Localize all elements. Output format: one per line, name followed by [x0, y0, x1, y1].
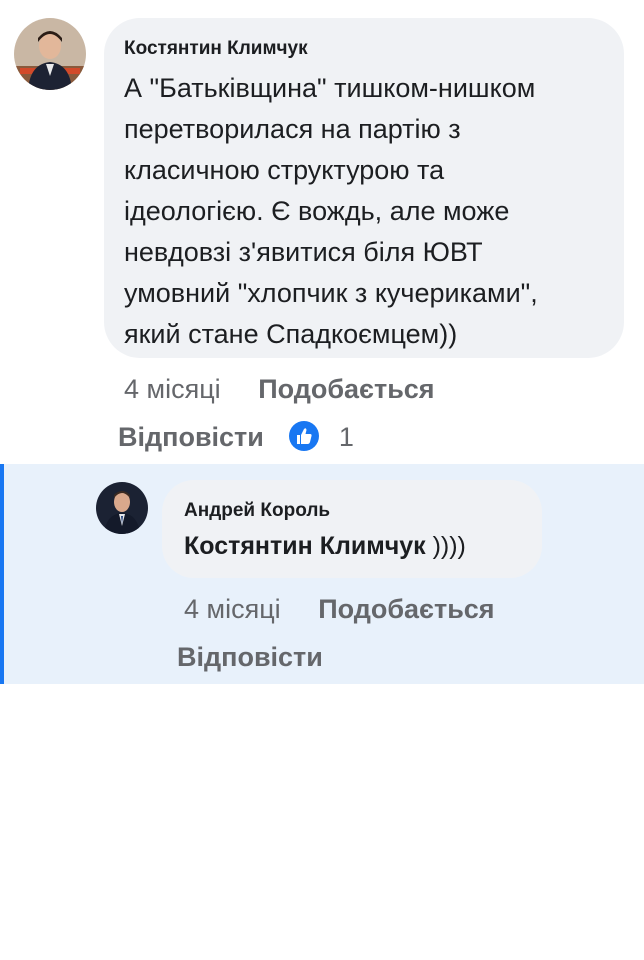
reply-text-suffix: )))) — [425, 532, 466, 560]
comment-line: А "Батьківщина" тишком-нишком — [124, 73, 536, 103]
comment-line: класичною структурою та — [124, 155, 445, 185]
reply-bubble: Андрей Король Костянтин Климчук )))) — [162, 480, 542, 578]
comment-line: умовний "хлопчик з кучериками", — [124, 278, 538, 308]
reply-timestamp[interactable]: 4 місяці — [184, 594, 281, 624]
reply-like-button[interactable]: Подобається — [318, 594, 494, 624]
reply-actions-row: 4 місяці Подобається — [184, 594, 495, 625]
reply-author-name[interactable]: Андрей Король — [184, 500, 330, 522]
like-button[interactable]: Подобається — [258, 374, 434, 404]
comment-line: який стане Спадкоємцем)) — [124, 319, 458, 349]
reply-reply-button[interactable]: Відповісти — [177, 642, 323, 672]
comment-text: А "Батьківщина" тишком-нишком перетворил… — [124, 68, 619, 355]
comment-line: невдовзі з'явитися біля ЮВТ — [124, 237, 483, 267]
reply-mention[interactable]: Костянтин Климчук — [184, 532, 426, 560]
reply-button[interactable]: Відповісти — [118, 422, 264, 452]
comment-author-avatar[interactable] — [14, 18, 86, 90]
comment-actions-row: 4 місяці Подобається — [124, 374, 435, 405]
comment-line: перетворилася на партію з — [124, 114, 461, 144]
reply-actions-row-2: Відповісти — [177, 642, 323, 673]
reply-author-avatar[interactable] — [96, 482, 148, 534]
comment-actions-row-2: Відповісти 1 — [118, 420, 354, 454]
reaction-count[interactable]: 1 — [339, 422, 354, 452]
reply-text: Костянтин Климчук )))) — [184, 528, 466, 564]
comment-author-name[interactable]: Костянтин Климчук — [124, 38, 308, 60]
comment-bubble: Костянтин Климчук А "Батьківщина" тишком… — [104, 18, 624, 358]
thumbs-up-icon — [289, 420, 320, 451]
comment-timestamp[interactable]: 4 місяці — [124, 374, 221, 404]
comment-line: ідеологією. Є вождь, але може — [124, 196, 510, 226]
